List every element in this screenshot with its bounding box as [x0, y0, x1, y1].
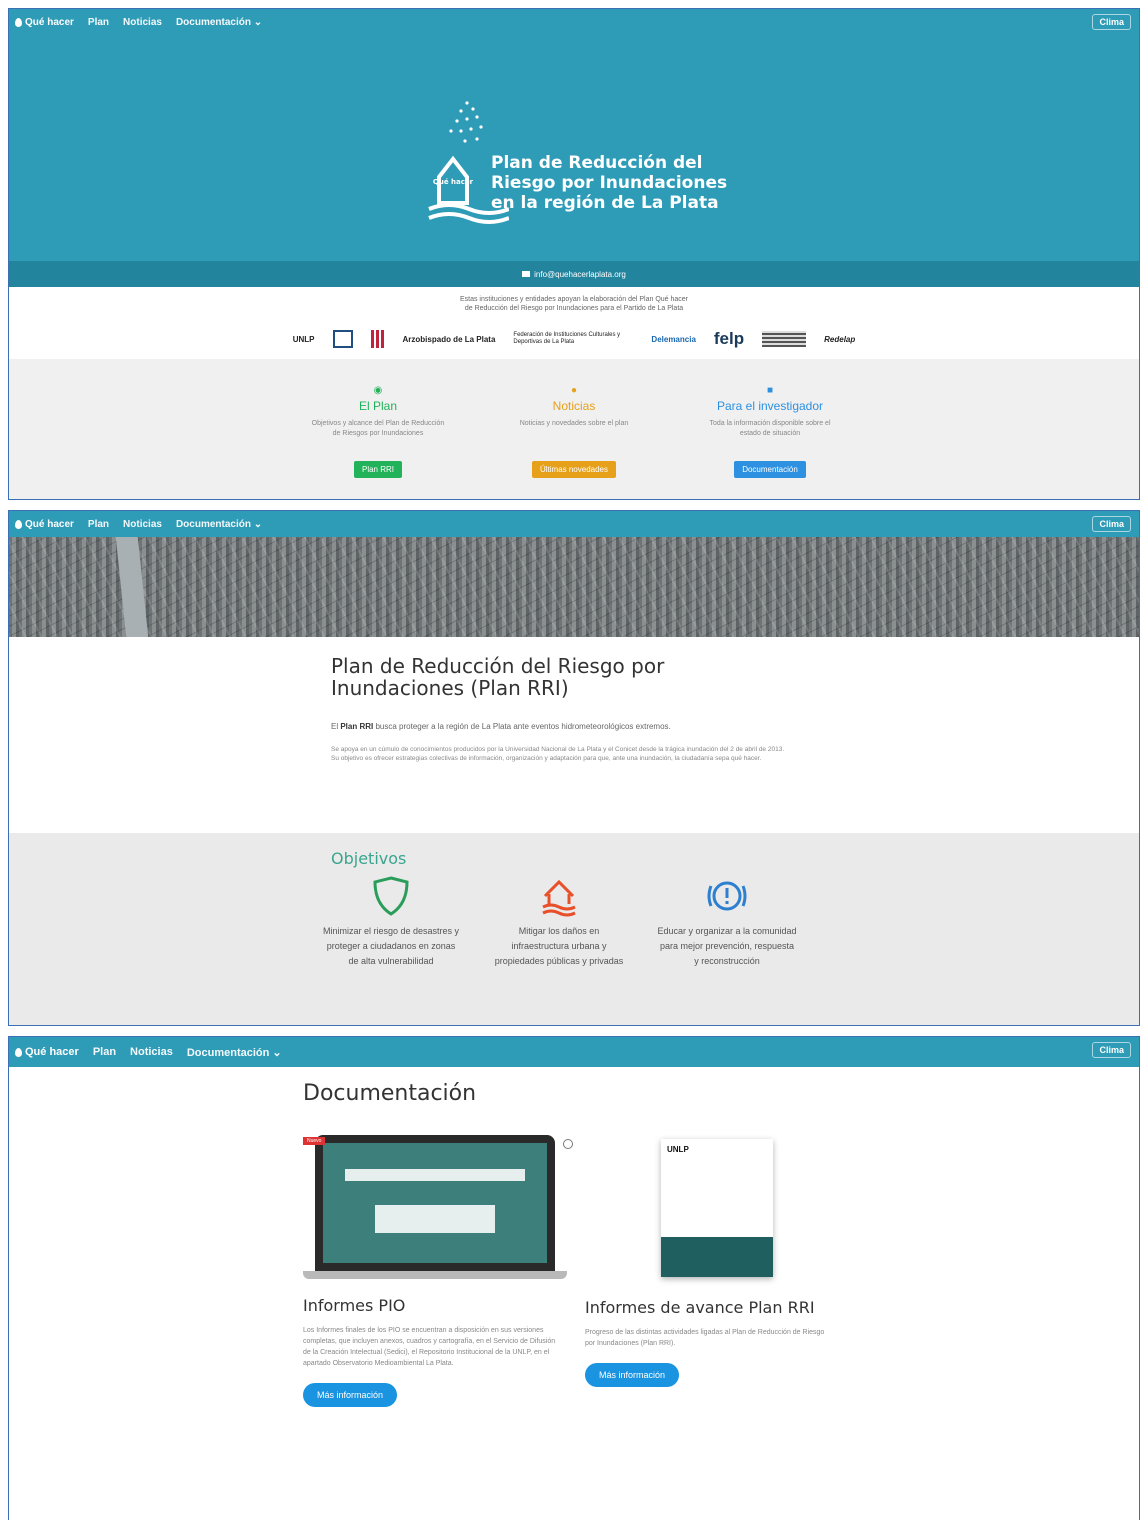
objetivo-item: Minimizar el riesgo de desastres y prote…	[321, 874, 461, 969]
section-title: Informes de avance Plan RRI	[585, 1298, 815, 1317]
objetivos-section: Objetivos Minimizar el riesgo de desastr…	[9, 833, 1139, 1025]
clima-button[interactable]: Clima	[1092, 1042, 1131, 1058]
navbar: Qué hacer Plan Noticias Documentación ⌄ …	[9, 511, 1139, 537]
delemancia-logo[interactable]: Delemancia	[651, 335, 695, 344]
documentacion-button[interactable]: Documentación	[734, 461, 806, 478]
globe-icon	[563, 1139, 573, 1149]
river	[115, 537, 149, 637]
nav-plan[interactable]: Plan	[88, 519, 109, 530]
card-investigador: ■ Para el investigador Toda la informaci…	[700, 385, 840, 499]
hero-title: Plan de Reducción del Riesgo por Inundac…	[491, 153, 728, 213]
description-paragraph: Se apoya en un cúmulo de conocimientos p…	[331, 746, 785, 762]
card-noticias: ● Noticias Noticias y novedades sobre el…	[504, 385, 644, 499]
card-title: Noticias	[552, 399, 596, 413]
nav-documentacion[interactable]: Documentación ⌄	[187, 1046, 282, 1059]
felp-logo[interactable]: felp	[714, 329, 744, 349]
objetivos-list: Minimizar el riesgo de desastres y prote…	[321, 874, 1139, 969]
brand-logo[interactable]: Qué hacer	[15, 519, 74, 530]
nav-noticias[interactable]: Noticias	[130, 1046, 173, 1058]
brand-logo[interactable]: Qué hacer	[15, 1046, 79, 1058]
page-title: Documentación	[303, 1081, 477, 1106]
unlp-logo[interactable]: UNLP	[293, 335, 315, 344]
objetivo-item: Educar y organizar a la comunidad para m…	[657, 874, 797, 969]
alert-icon	[707, 881, 747, 911]
drop-icon	[15, 519, 22, 529]
sponsor-logos: UNLP Arzobispado de La Plata Federación …	[9, 319, 1139, 359]
card-title: El Plan	[358, 399, 398, 413]
envelope-icon	[522, 271, 531, 277]
institution-logo[interactable]	[370, 330, 385, 348]
flooded-house-icon	[542, 879, 576, 917]
hero-banner: Qué hacer Plan de Reducción del Riesgo p…	[9, 35, 1139, 261]
nav-noticias[interactable]: Noticias	[123, 17, 162, 28]
nav-documentacion[interactable]: Documentación ⌄	[176, 17, 262, 28]
booklet-logos: UNLP	[667, 1145, 689, 1154]
navbar: Qué hacer Plan Noticias Documentación ⌄ …	[9, 1037, 1139, 1067]
plan-screenshot: Qué hacer Plan Noticias Documentación ⌄ …	[8, 510, 1140, 1026]
section-text: Progreso de las distintas actividades li…	[585, 1329, 825, 1347]
informes-avance: Informes de avance Plan RRI Progreso de …	[585, 1295, 835, 1387]
camara-logo[interactable]	[762, 331, 807, 347]
card-el-plan: ◉ El Plan Objetivos y alcance del Plan d…	[308, 385, 448, 499]
drop-icon	[15, 1047, 22, 1057]
institution-logo[interactable]	[332, 330, 353, 348]
aerial-city-photo	[9, 537, 1139, 637]
card-desc: Noticias y novedades sobre el plan	[519, 420, 629, 427]
clima-button[interactable]: Clima	[1092, 14, 1131, 30]
card-desc: Objetivos y alcance del Plan de Reducció…	[311, 420, 445, 437]
navbar: Qué hacer Plan Noticias Documentación ⌄ …	[9, 9, 1139, 35]
mas-informacion-button[interactable]: Más información	[585, 1363, 680, 1387]
support-text: Estas instituciones y entidades apoyan l…	[459, 296, 689, 312]
email-link[interactable]: info@quehacerlaplata.org	[534, 270, 626, 279]
logo-text: Qué hacer	[433, 178, 474, 186]
plan-rri-button[interactable]: Plan RRI	[353, 461, 402, 478]
section-title: Informes PIO	[303, 1296, 406, 1315]
rss-icon: ◉	[373, 385, 383, 396]
drop-icon	[15, 17, 22, 27]
objetivo-item: Mitigar los daños en infraestructura urb…	[489, 874, 629, 969]
shield-icon	[373, 876, 409, 916]
informes-pio: Informes PIO Los Informes finales de los…	[303, 1293, 563, 1407]
federacion-logo[interactable]: Federación de Instituciones Culturales y…	[513, 332, 633, 346]
home-screenshot: Qué hacer Plan Noticias Documentación ⌄ …	[8, 8, 1140, 500]
brand-logo[interactable]: Qué hacer	[15, 17, 74, 28]
arzobispado-logo[interactable]: Arzobispado de La Plata	[403, 335, 496, 344]
feature-cards: ◉ El Plan Objetivos y alcance del Plan d…	[9, 359, 1139, 499]
nav-documentacion[interactable]: Documentación ⌄	[176, 519, 262, 530]
laptop-screen	[315, 1135, 555, 1271]
new-badge: Nuevo	[303, 1137, 326, 1145]
laptop-image: Nuevo	[303, 1135, 573, 1281]
plan-rri-section: Plan de Reducción del Riesgo por Inundac…	[9, 637, 1139, 833]
documentacion-screenshot: Qué hacer Plan Noticias Documentación ⌄ …	[8, 1036, 1140, 1520]
nav-noticias[interactable]: Noticias	[123, 519, 162, 530]
nav-plan[interactable]: Plan	[88, 17, 109, 28]
clima-button[interactable]: Clima	[1092, 516, 1131, 532]
bell-icon: ●	[570, 385, 578, 396]
section-text: Los Informes finales de los PIO se encue…	[303, 1327, 556, 1367]
report-booklet-image: UNLP	[661, 1139, 773, 1277]
laptop-base	[303, 1271, 567, 1279]
redelap-logo[interactable]: Redelap	[824, 335, 855, 344]
page-title: Plan de Reducción del Riesgo por Inundac…	[331, 654, 665, 700]
ultimas-novedades-button[interactable]: Últimas novedades	[531, 461, 617, 478]
mas-informacion-button[interactable]: Más información	[303, 1383, 398, 1407]
section-title: Objetivos	[331, 849, 407, 868]
email-band: info@quehacerlaplata.org	[9, 261, 1139, 287]
intro-paragraph: El Plan RRI busca proteger a la región d…	[331, 722, 671, 731]
card-desc: Toda la información disponible sobre el …	[709, 420, 831, 437]
card-title: Para el investigador	[716, 399, 824, 413]
nav-plan[interactable]: Plan	[93, 1046, 116, 1058]
book-icon: ■	[766, 385, 774, 396]
